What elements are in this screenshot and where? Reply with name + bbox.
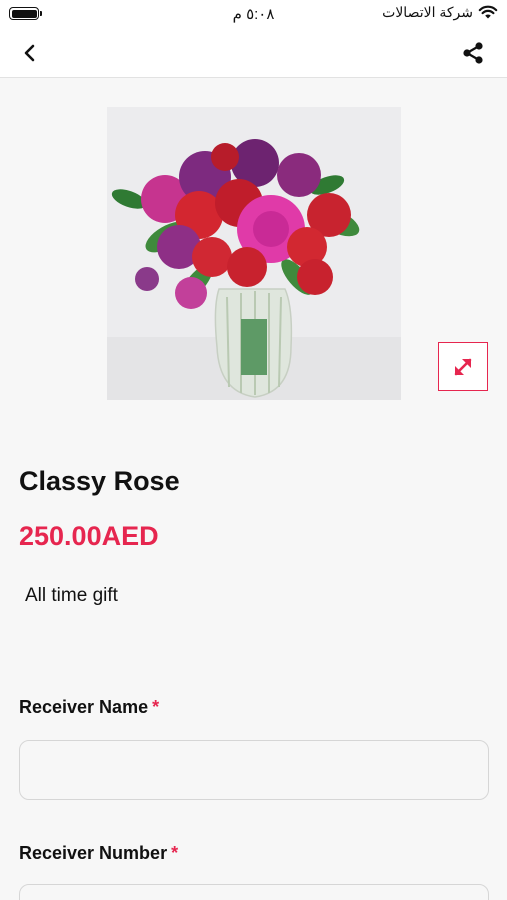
receiver-number-label: Receiver Number *: [19, 843, 178, 864]
expand-arrows-icon: [454, 358, 472, 375]
product-name: Classy Rose: [19, 466, 180, 496]
receiver-name-input[interactable]: [19, 740, 489, 800]
product-description: All time gift: [25, 585, 118, 606]
zoom-image-button[interactable]: [438, 342, 488, 391]
flower-bouquet-image: [107, 107, 401, 400]
required-mark: *: [152, 697, 160, 717]
navigation-bar: [0, 28, 507, 78]
status-carrier-group: شركة الاتصالات: [382, 4, 498, 21]
share-icon: [463, 42, 483, 64]
chevron-left-icon: [24, 44, 35, 62]
required-mark: *: [171, 843, 179, 863]
product-image[interactable]: [107, 107, 401, 400]
receiver-number-label-text: Receiver Number: [19, 843, 168, 863]
back-button[interactable]: [16, 39, 44, 67]
status-bar: ٥:٠٨ م شركة الاتصالات: [0, 0, 507, 28]
receiver-number-input[interactable]: [19, 884, 489, 900]
receiver-name-label-text: Receiver Name: [19, 697, 149, 717]
wifi-icon: [478, 5, 498, 19]
receiver-name-label: Receiver Name *: [19, 697, 159, 718]
product-price: 250.00AED: [19, 521, 159, 551]
carrier-name: شركة الاتصالات: [382, 4, 473, 20]
share-button[interactable]: [459, 39, 487, 67]
